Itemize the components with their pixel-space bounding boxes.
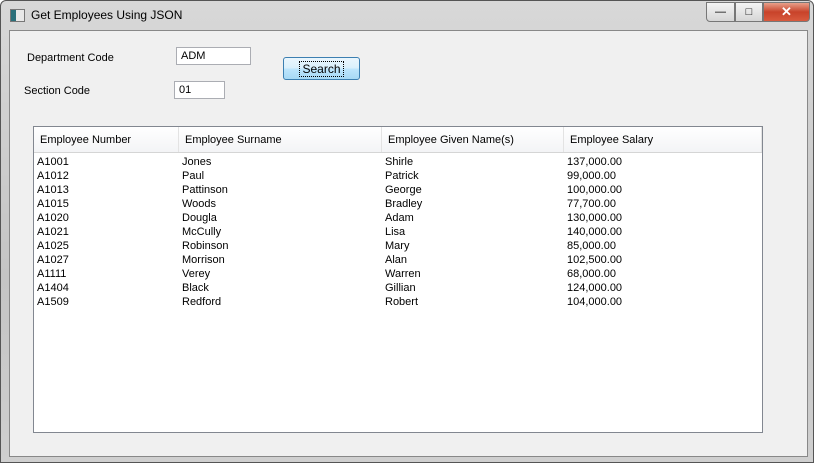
search-button-label: Search xyxy=(299,60,344,77)
cell-surname: Jones xyxy=(182,156,212,168)
cell-given-names: George xyxy=(385,184,422,196)
table-row[interactable]: A1013 Pattinson George 100,000.00 xyxy=(34,183,762,197)
cell-salary: 104,000.00 xyxy=(567,296,623,308)
cell-surname: Pattinson xyxy=(182,184,228,196)
cell-surname: Robinson xyxy=(182,240,229,252)
cell-number: A1021 xyxy=(37,226,69,238)
cell-number: A1015 xyxy=(37,198,69,210)
table-row[interactable]: A1021 McCully Lisa 140,000.00 xyxy=(34,225,762,239)
employee-list[interactable]: Employee Number Employee Surname Employe… xyxy=(33,126,763,433)
cell-salary: 124,000.00 xyxy=(567,282,623,294)
cell-salary: 130,000.00 xyxy=(567,212,623,224)
cell-given-names: Patrick xyxy=(385,170,419,182)
table-row[interactable]: A1404 Black Gillian 124,000.00 xyxy=(34,281,762,295)
cell-surname: Woods xyxy=(182,198,217,210)
section-code-input[interactable]: 01 xyxy=(174,81,225,99)
window-title: Get Employees Using JSON xyxy=(31,8,183,22)
list-header: Employee Number Employee Surname Employe… xyxy=(34,127,762,153)
cell-salary: 140,000.00 xyxy=(567,226,623,238)
cell-given-names: Shirle xyxy=(385,156,414,168)
cell-surname: Redford xyxy=(182,296,222,308)
cell-number: A1020 xyxy=(37,212,69,224)
cell-given-names: Alan xyxy=(385,254,408,266)
table-row[interactable]: A1027 Morrison Alan 102,500.00 xyxy=(34,253,762,267)
cell-given-names: Gillian xyxy=(385,282,416,294)
cell-given-names: Adam xyxy=(385,212,414,224)
cell-salary: 137,000.00 xyxy=(567,156,623,168)
cell-given-names: Warren xyxy=(385,268,421,280)
client-area: Department Code ADM Section Code 01 Sear… xyxy=(9,30,808,457)
cell-surname: McCully xyxy=(182,226,222,238)
minimize-button[interactable]: — xyxy=(706,2,735,22)
cell-given-names: Bradley xyxy=(385,198,423,210)
cell-number: A1027 xyxy=(37,254,69,266)
table-row[interactable]: A1012 Paul Patrick 99,000.00 xyxy=(34,169,762,183)
cell-surname: Verey xyxy=(182,268,211,280)
column-header-surname[interactable]: Employee Surname xyxy=(179,127,382,152)
cell-salary: 68,000.00 xyxy=(567,268,616,280)
table-row[interactable]: A1509 Redford Robert 104,000.00 xyxy=(34,295,762,309)
cell-salary: 77,700.00 xyxy=(567,198,616,210)
cell-surname: Black xyxy=(182,282,209,294)
department-code-input[interactable]: ADM xyxy=(176,47,251,65)
cell-salary: 100,000.00 xyxy=(567,184,623,196)
cell-salary: 99,000.00 xyxy=(567,170,616,182)
table-row[interactable]: A1001 Jones Shirle 137,000.00 xyxy=(34,155,762,169)
app-icon xyxy=(10,9,25,22)
window: Get Employees Using JSON — □ ✕ Departmen… xyxy=(0,0,814,463)
cell-number: A1111 xyxy=(37,268,67,280)
cell-number: A1404 xyxy=(37,282,69,294)
cell-number: A1025 xyxy=(37,240,69,252)
table-row[interactable]: A1025 Robinson Mary 85,000.00 xyxy=(34,239,762,253)
cell-number: A1013 xyxy=(37,184,69,196)
cell-salary: 85,000.00 xyxy=(567,240,616,252)
cell-given-names: Lisa xyxy=(385,226,406,238)
cell-number: A1012 xyxy=(37,170,69,182)
cell-surname: Dougla xyxy=(182,212,217,224)
section-code-label: Section Code xyxy=(24,85,91,97)
cell-salary: 102,500.00 xyxy=(567,254,623,266)
cell-given-names: Robert xyxy=(385,296,419,308)
table-row[interactable]: A1015 Woods Bradley 77,700.00 xyxy=(34,197,762,211)
search-button[interactable]: Search xyxy=(283,57,360,80)
column-header-given-names[interactable]: Employee Given Name(s) xyxy=(382,127,564,152)
cell-number: A1001 xyxy=(37,156,69,168)
maximize-button[interactable]: □ xyxy=(735,2,763,22)
table-row[interactable]: A1020 Dougla Adam 130,000.00 xyxy=(34,211,762,225)
table-row[interactable]: A1111 Verey Warren 68,000.00 xyxy=(34,267,762,281)
cell-number: A1509 xyxy=(37,296,69,308)
close-button[interactable]: ✕ xyxy=(763,2,810,22)
cell-surname: Morrison xyxy=(182,254,225,266)
cell-given-names: Mary xyxy=(385,240,410,252)
column-header-number[interactable]: Employee Number xyxy=(34,127,179,152)
department-code-label: Department Code xyxy=(27,52,114,64)
cell-surname: Paul xyxy=(182,170,205,182)
column-header-salary[interactable]: Employee Salary xyxy=(564,127,762,152)
